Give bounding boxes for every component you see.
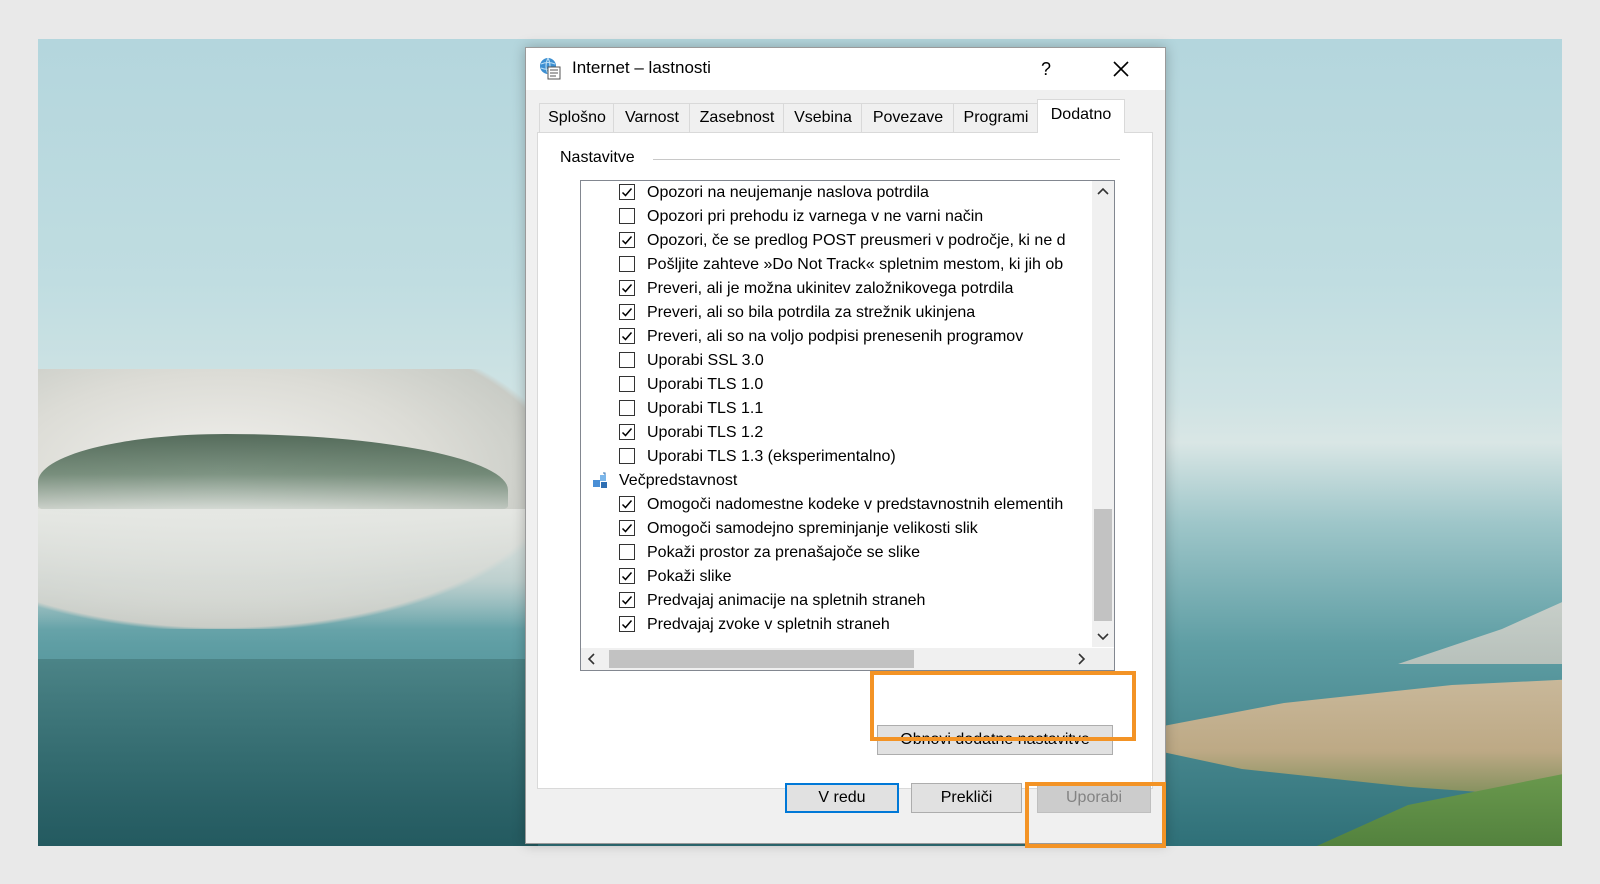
setting-label: Preveri, ali je možna ukinitev založniko… bbox=[647, 280, 1014, 297]
checkmark-icon bbox=[621, 332, 633, 341]
setting-label: Predvajaj zvoke v spletnih straneh bbox=[647, 616, 890, 633]
setting-label: Opozori pri prehodu iz varnega v ne varn… bbox=[647, 208, 984, 225]
setting-checkbox[interactable] bbox=[619, 208, 635, 224]
internet-options-icon bbox=[540, 57, 561, 80]
setting-checkbox[interactable] bbox=[619, 400, 635, 416]
cancel-button[interactable]: Prekliči bbox=[911, 783, 1022, 813]
setting-checkbox[interactable] bbox=[619, 184, 635, 200]
setting-checkbox[interactable] bbox=[619, 448, 635, 464]
scrollbar-corner bbox=[1092, 648, 1114, 670]
setting-label: Pokaži prostor za prenašajoče se slike bbox=[647, 544, 921, 561]
ok-button[interactable]: V redu bbox=[785, 783, 899, 813]
advanced-tab-panel: Nastavitve Opozori na neujemanje naslova… bbox=[537, 132, 1153, 789]
multimedia-category-icon bbox=[593, 472, 607, 488]
settings-list[interactable]: Opozori na neujemanje naslova potrdila Op… bbox=[580, 180, 1115, 671]
scroll-right-icon[interactable] bbox=[1070, 648, 1092, 670]
setting-label: Uporabi TLS 1.1 bbox=[647, 400, 764, 417]
checkmark-icon bbox=[621, 428, 633, 437]
setting-checkbox[interactable] bbox=[619, 352, 635, 368]
setting-checkbox[interactable] bbox=[619, 424, 635, 440]
scroll-left-icon[interactable] bbox=[581, 648, 603, 670]
checkmark-icon bbox=[621, 620, 633, 629]
close-icon bbox=[1113, 61, 1129, 77]
vertical-scroll-thumb[interactable] bbox=[1094, 509, 1112, 621]
setting-checkbox[interactable] bbox=[619, 616, 635, 632]
setting-checkbox[interactable] bbox=[619, 304, 635, 320]
tab-splosno[interactable]: Splošno bbox=[539, 103, 615, 132]
internet-options-dialog: Internet – lastnosti ? Splošno Varnost Z… bbox=[525, 47, 1166, 844]
tab-programi[interactable]: Programi bbox=[953, 103, 1039, 132]
setting-checkbox[interactable] bbox=[619, 568, 635, 584]
setting-label: Preveri, ali so na voljo podpisi prenese… bbox=[647, 328, 1024, 345]
setting-checkbox[interactable] bbox=[619, 328, 635, 344]
checkmark-icon bbox=[621, 188, 633, 197]
setting-checkbox[interactable] bbox=[619, 232, 635, 248]
scroll-down-icon[interactable] bbox=[1092, 625, 1114, 647]
setting-label: Uporabi TLS 1.0 bbox=[647, 376, 764, 393]
apply-button[interactable]: Uporabi bbox=[1037, 783, 1151, 813]
setting-label: Preveri, ali so bila potrdila za strežni… bbox=[647, 304, 976, 321]
reset-advanced-settings-button[interactable]: Obnovi dodatne nastavitve bbox=[877, 725, 1113, 755]
vertical-scrollbar[interactable] bbox=[1092, 181, 1114, 647]
checkmark-icon bbox=[621, 500, 633, 509]
setting-label: Pokaži slike bbox=[647, 568, 732, 585]
checkmark-icon bbox=[621, 524, 633, 533]
setting-checkbox[interactable] bbox=[619, 520, 635, 536]
checkmark-icon bbox=[621, 596, 633, 605]
checkmark-icon bbox=[621, 236, 633, 245]
horizontal-scroll-thumb[interactable] bbox=[609, 650, 914, 668]
setting-checkbox[interactable] bbox=[619, 544, 635, 560]
title-bar: Internet – lastnosti ? bbox=[526, 48, 1165, 90]
setting-label: Uporabi SSL 3.0 bbox=[647, 352, 764, 369]
checkmark-icon bbox=[621, 308, 633, 317]
group-divider bbox=[653, 159, 1120, 160]
horizontal-scrollbar[interactable] bbox=[581, 648, 1092, 670]
setting-checkbox[interactable] bbox=[619, 376, 635, 392]
settings-group-label: Nastavitve bbox=[560, 149, 641, 167]
tab-povezave[interactable]: Povezave bbox=[861, 103, 955, 132]
tab-varnost[interactable]: Varnost bbox=[613, 103, 691, 132]
dialog-title: Internet – lastnosti bbox=[572, 58, 711, 77]
tab-zasebnost[interactable]: Zasebnost bbox=[689, 103, 785, 132]
setting-label: Omogoči samodejno spreminjanje velikosti… bbox=[647, 520, 978, 537]
setting-checkbox[interactable] bbox=[619, 256, 635, 272]
scroll-up-icon[interactable] bbox=[1092, 181, 1114, 203]
setting-label: Opozori, če se predlog POST preusmeri v … bbox=[647, 232, 1066, 249]
setting-label: Opozori na neujemanje naslova potrdila bbox=[647, 184, 929, 201]
setting-checkbox[interactable] bbox=[619, 280, 635, 296]
setting-checkbox[interactable] bbox=[619, 496, 635, 512]
setting-label: Predvajaj animacije na spletnih straneh bbox=[647, 592, 926, 609]
tab-vsebina[interactable]: Vsebina bbox=[783, 103, 863, 132]
close-button[interactable] bbox=[1096, 52, 1146, 86]
setting-label: Uporabi TLS 1.3 (eksperimentalno) bbox=[647, 448, 896, 465]
category-label: Večpredstavnost bbox=[619, 472, 738, 489]
tab-dodatno[interactable]: Dodatno bbox=[1037, 99, 1125, 133]
help-button[interactable]: ? bbox=[1026, 52, 1066, 86]
checkmark-icon bbox=[621, 572, 633, 581]
setting-label: Pošljite zahteve »Do Not Track« spletnim… bbox=[647, 256, 1064, 273]
setting-label: Omogoči nadomestne kodeke v predstavnost… bbox=[647, 496, 1064, 513]
checkmark-icon bbox=[621, 284, 633, 293]
setting-checkbox[interactable] bbox=[619, 592, 635, 608]
setting-label: Uporabi TLS 1.2 bbox=[647, 424, 764, 441]
